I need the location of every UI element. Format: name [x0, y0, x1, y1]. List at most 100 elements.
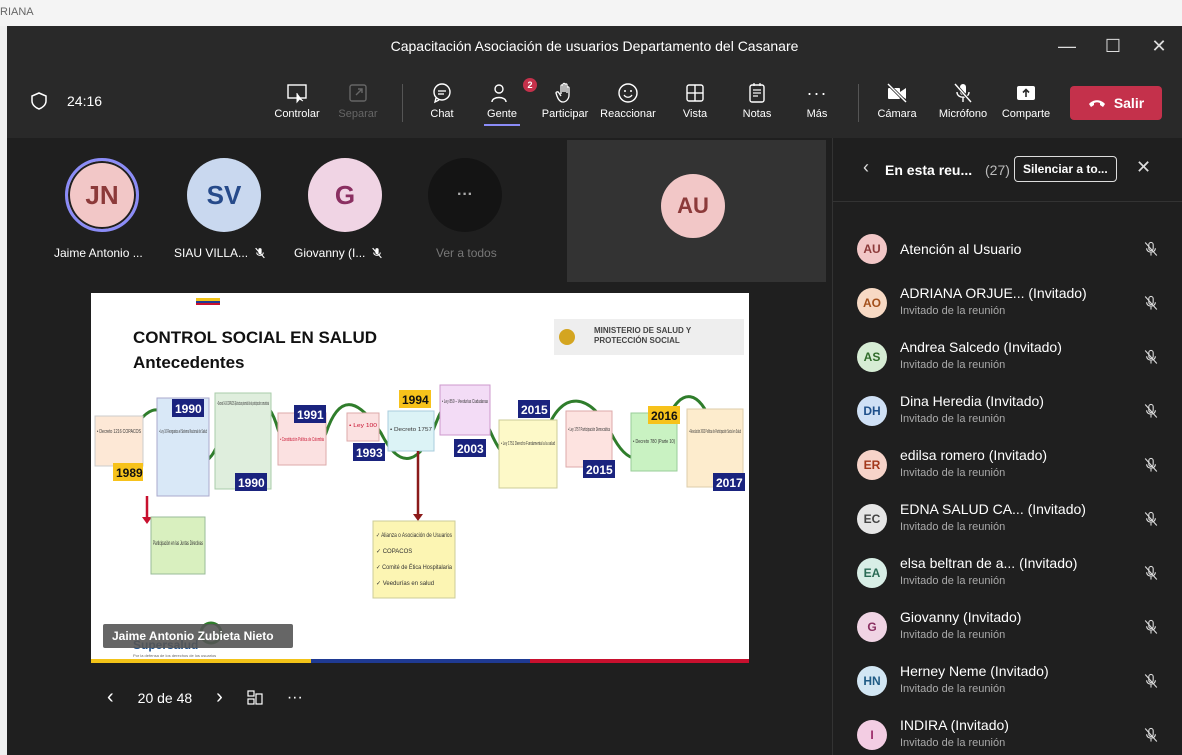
- close-icon[interactable]: ✕: [1136, 26, 1182, 66]
- participant-row[interactable]: EC EDNA SALUD CA... (Invitado) Invitado de…: [833, 492, 1182, 546]
- year-text: 2015: [586, 463, 613, 477]
- participant-name-text: SIAU VILLA...: [174, 246, 249, 260]
- event-box: [565, 410, 613, 468]
- react-label: Reaccionar: [600, 108, 656, 120]
- event-box-text: • Ley 1757 Participación Democrática: [568, 427, 610, 433]
- participant-name: ADRIANA ORJUE... (Invitado): [900, 285, 1087, 301]
- participant-count: (27): [985, 162, 1010, 178]
- participant-strip: JN Jaime Antonio ... SV SIAU VILLA... G …: [7, 138, 567, 280]
- back-chevron-icon[interactable]: ‹: [863, 157, 869, 178]
- maximize-icon[interactable]: ☐: [1090, 26, 1136, 66]
- people-button[interactable]: 2 Gente: [472, 78, 537, 126]
- participant-row[interactable]: AS Andrea Salcedo (Invitado) Invitado de l…: [833, 330, 1182, 384]
- hang-up-icon: [1088, 98, 1106, 108]
- event-box-text: • Decreto 1216 COPACOS: [97, 429, 141, 435]
- avatar-initials: HN: [863, 674, 881, 688]
- more-button[interactable]: ··· Más: [787, 78, 847, 121]
- footer-stripe-red: [530, 659, 749, 663]
- participant-name: Dina Heredia (Invitado): [900, 393, 1044, 409]
- note-box-1-text: Participación en las Juntas Directivas: [153, 541, 203, 547]
- participant-name: elsa beltran de a... (Invitado): [900, 555, 1078, 571]
- participant-name: INDIRA (Invitado): [900, 717, 1009, 733]
- more-label: Más: [806, 108, 828, 120]
- participants-panel: ‹ En esta reu... (27) Silenciar a to... …: [832, 138, 1182, 755]
- note-line: ✓ Veedurías en salud: [376, 581, 434, 587]
- participant-row[interactable]: AO ADRIANA ORJUE... (Invitado) Invitado de…: [833, 276, 1182, 330]
- camera-button[interactable]: Cámara: [867, 78, 927, 120]
- close-panel-icon[interactable]: ✕: [1136, 157, 1151, 178]
- participant-row[interactable]: DH Dina Heredia (Invitado) Invitado de la …: [833, 384, 1182, 438]
- see-all-button[interactable]: ···: [428, 158, 502, 232]
- slide-thumbnails-icon[interactable]: [247, 689, 263, 706]
- notes-icon: [748, 82, 766, 104]
- mic-off-icon: [371, 247, 383, 259]
- previous-slide-icon[interactable]: ‹: [107, 686, 114, 709]
- chat-icon: [431, 82, 453, 104]
- participant-role: Invitado de la reunión: [900, 359, 1006, 371]
- note-line: ✓ Alianza o Asociación de Usuarios: [376, 533, 452, 539]
- participant-role: Invitado de la reunión: [900, 575, 1006, 587]
- participant-row[interactable]: ER edilsa romero (Invitado) Invitado de la…: [833, 438, 1182, 492]
- mic-off-icon: [1143, 619, 1159, 635]
- control-button[interactable]: Controlar: [267, 78, 327, 120]
- meeting-timer: 24:16: [31, 92, 102, 110]
- background-app-strip: RIANA: [0, 0, 1182, 26]
- mute-all-button[interactable]: Silenciar a to...: [1014, 156, 1117, 182]
- leave-label: Salir: [1113, 95, 1145, 111]
- ministry-line-1: MINISTERIO DE SALUD Y: [594, 326, 692, 335]
- leave-button[interactable]: Salir: [1070, 86, 1162, 120]
- avatar-initials: G: [867, 620, 877, 634]
- camera-label: Cámara: [877, 108, 917, 120]
- participant-role: Invitado de la reunión: [900, 467, 1006, 479]
- event-box-text: • Ley 850 – Veedurías Ciudadanas: [442, 399, 488, 405]
- see-all-label: Ver a todos: [436, 246, 497, 260]
- slide-more-icon[interactable]: ···: [287, 689, 303, 707]
- ministry-line-2: PROTECCIÓN SOCIAL: [594, 336, 680, 345]
- mic-off-icon: [1143, 727, 1159, 743]
- event-box: [94, 415, 144, 467]
- share-button[interactable]: Comparte: [996, 78, 1056, 120]
- shared-presentation-slide: CONTROL SOCIAL EN SALUD Antecedentes MIN…: [91, 293, 749, 663]
- meeting-stage: JN Jaime Antonio ... SV SIAU VILLA... G …: [7, 138, 832, 755]
- participant-name-text: Giovanny (I...: [294, 246, 366, 260]
- raise-hand-button[interactable]: Participar: [535, 78, 595, 120]
- participant-row[interactable]: G Giovanny (Invitado) Invitado de la reuni…: [833, 600, 1182, 654]
- participant-row[interactable]: AU Atención al Usuario: [833, 222, 1182, 276]
- notes-button[interactable]: Notas: [727, 78, 787, 120]
- participant-name: Giovanny (Invitado): [900, 609, 1022, 625]
- chat-label: Chat: [430, 108, 454, 120]
- next-slide-icon[interactable]: ›: [216, 686, 223, 709]
- participant-row[interactable]: I INDIRA (Invitado) Invitado de la reunión: [833, 708, 1182, 755]
- participant-avatar-3[interactable]: G: [308, 158, 382, 232]
- view-label: Vista: [682, 108, 708, 120]
- toolbar-divider-2: [858, 84, 859, 122]
- avatar-initials: EA: [863, 566, 881, 580]
- window-controls: — ☐ ✕: [1044, 26, 1182, 66]
- grid-view-icon: [685, 83, 705, 103]
- people-label: Gente: [487, 108, 517, 120]
- view-button[interactable]: Vista: [665, 78, 725, 120]
- event-box: [439, 384, 491, 436]
- participant-row[interactable]: HN Herney Neme (Invitado) Invitado de la r…: [833, 654, 1182, 708]
- avatar-initials: ER: [863, 458, 881, 472]
- timer-text: 24:16: [67, 93, 103, 109]
- chat-button[interactable]: Chat: [412, 78, 472, 120]
- participant-avatar: EC: [857, 504, 887, 534]
- minimize-icon[interactable]: —: [1044, 26, 1090, 66]
- participant-avatar-1[interactable]: JN: [65, 158, 139, 232]
- avatar-initials: AO: [863, 296, 881, 310]
- video-tile[interactable]: AU: [567, 140, 826, 282]
- active-tab-indicator: [484, 124, 520, 126]
- window-title: Capacitación Asociación de usuarios Depa…: [390, 38, 799, 54]
- react-button[interactable]: Reaccionar: [598, 78, 658, 120]
- mic-off-icon: [1143, 349, 1159, 365]
- participant-name-2: SIAU VILLA...: [174, 246, 266, 260]
- participant-name: Andrea Salcedo (Invitado): [900, 339, 1062, 355]
- pop-out-button[interactable]: Separar: [328, 78, 388, 120]
- microphone-button[interactable]: Micrófono: [928, 78, 998, 120]
- participant-role: Invitado de la reunión: [900, 413, 1006, 425]
- participant-row[interactable]: EA elsa beltran de a... (Invitado) Invitad…: [833, 546, 1182, 600]
- camera-off-icon: [885, 82, 909, 104]
- participant-avatar-2[interactable]: SV: [187, 158, 261, 232]
- year-text: 2015: [521, 403, 548, 417]
